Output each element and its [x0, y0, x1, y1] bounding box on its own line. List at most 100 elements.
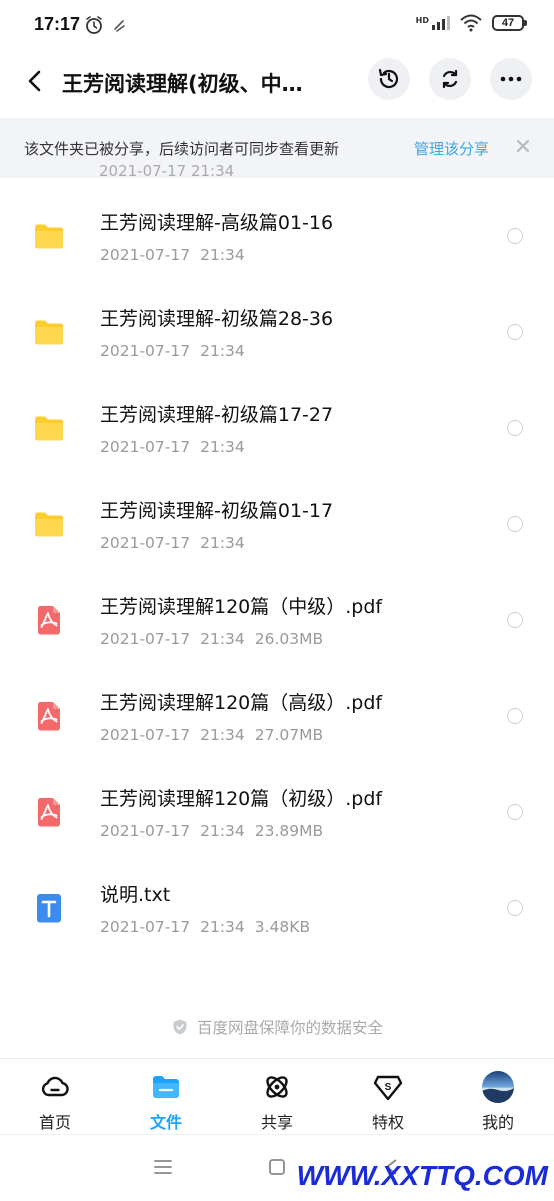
file-name: 王芳阅读理解120篇（中级）.pdf	[100, 596, 383, 618]
file-meta: 2021-07-17 21:34	[100, 342, 255, 360]
file-size: 26.03MB	[254, 630, 324, 648]
status-right: HD 47	[416, 14, 527, 32]
back-icon[interactable]	[20, 66, 50, 96]
alarm-icon	[86, 16, 102, 34]
hd-signal-icon: HD	[416, 16, 450, 30]
more-button[interactable]	[490, 58, 532, 100]
file-time: 21:34	[200, 726, 245, 744]
file-name: 王芳阅读理解120篇（高级）.pdf	[100, 692, 383, 714]
battery-indicator: 47	[492, 15, 527, 31]
more-icon	[500, 76, 522, 82]
cloud-icon	[41, 1076, 69, 1097]
folder-icon	[33, 316, 65, 348]
file-name: 说明.txt	[100, 884, 171, 906]
folder-icon	[33, 220, 65, 252]
file-meta: 2021-07-17 21:34 27.07MB	[100, 726, 333, 744]
select-radio[interactable]	[507, 420, 523, 436]
nav-home-label: 首页	[38, 1113, 71, 1132]
file-row[interactable]: 王芳阅读理解120篇（中级）.pdf 2021-07-17 21:34 26.03MB	[0, 572, 554, 668]
select-radio[interactable]	[507, 708, 523, 724]
file-name: 王芳阅读理解120篇（初级）.pdf	[100, 788, 383, 810]
share-banner: 该文件夹已被分享，后续访问者可同步查看更新 管理该分享	[0, 118, 554, 178]
nav-mine[interactable]: 我的	[443, 1059, 553, 1135]
pdf-file-icon	[33, 604, 65, 636]
file-time: 21:34	[200, 918, 245, 936]
txt-file-icon	[33, 892, 65, 924]
file-time: 21:34	[200, 246, 245, 264]
file-date: 2021-07-17	[100, 438, 191, 456]
nav-files[interactable]: 文件	[111, 1059, 221, 1135]
partial-row-meta: 2021-07-17 21:34	[99, 162, 235, 178]
nav-files-label: 文件	[149, 1113, 182, 1132]
sync-button[interactable]	[429, 58, 471, 100]
file-row[interactable]: 王芳阅读理解-初级篇01-17 2021-07-17 21:34	[0, 476, 554, 572]
file-list: 王芳阅读理解-高级篇01-16 2021-07-17 21:34 王芳阅读理解-初级篇…	[0, 188, 554, 956]
nav-privilege[interactable]: S 特权	[333, 1059, 443, 1135]
history-icon	[378, 68, 399, 89]
file-row[interactable]: 说明.txt 2021-07-17 21:34 3.48KB	[0, 860, 554, 956]
file-date: 2021-07-17	[100, 342, 191, 360]
file-row[interactable]: 王芳阅读理解120篇（初级）.pdf 2021-07-17 21:34 23.89MB	[0, 764, 554, 860]
select-radio[interactable]	[507, 612, 523, 628]
manage-share-link[interactable]: 管理该分享	[414, 138, 489, 159]
pdf-file-icon	[33, 700, 65, 732]
select-radio[interactable]	[507, 324, 523, 340]
file-time: 21:34	[200, 822, 245, 840]
status-bar: 17:17 HD 47	[0, 0, 554, 52]
file-date: 2021-07-17	[100, 534, 191, 552]
nav-share-label: 共享	[260, 1113, 293, 1132]
file-time: 21:34	[200, 534, 245, 552]
file-meta: 2021-07-17 21:34 3.48KB	[100, 918, 320, 936]
pdf-file-icon	[33, 796, 65, 828]
file-meta: 2021-07-17 21:34	[100, 246, 255, 264]
notification-icon	[114, 20, 125, 32]
avatar	[482, 1071, 514, 1103]
share-banner-text: 该文件夹已被分享，后续访问者可同步查看更新	[24, 140, 340, 158]
watermark: WWW.XXTTQ.COM	[296, 1160, 548, 1191]
nav-mine-label: 我的	[481, 1113, 514, 1132]
file-row[interactable]: 王芳阅读理解-初级篇17-27 2021-07-17 21:34	[0, 380, 554, 476]
home-square-icon[interactable]	[267, 1157, 287, 1177]
file-meta: 2021-07-17 21:34 26.03MB	[100, 630, 333, 648]
nav-share[interactable]: 共享	[222, 1059, 332, 1135]
select-radio[interactable]	[507, 804, 523, 820]
file-name: 王芳阅读理解-高级篇01-16	[100, 212, 334, 234]
nav-home[interactable]: 首页	[0, 1059, 110, 1135]
file-row[interactable]: 王芳阅读理解-高级篇01-16 2021-07-17 21:34	[0, 188, 554, 284]
status-time: 17:17	[34, 14, 81, 34]
file-time: 21:34	[200, 630, 245, 648]
security-note: 百度网盘保障你的数据安全	[0, 1016, 554, 1038]
select-radio[interactable]	[507, 900, 523, 916]
menu-icon[interactable]	[153, 1157, 173, 1177]
history-button[interactable]	[368, 58, 410, 100]
nav-privilege-label: 特权	[371, 1113, 404, 1132]
file-date: 2021-07-17	[100, 246, 191, 264]
folder-icon	[153, 1076, 179, 1098]
file-date: 2021-07-17	[100, 630, 191, 648]
atom-share-icon	[266, 1076, 288, 1098]
title-bar: 王芳阅读理解(初级、中…	[0, 52, 554, 118]
folder-icon	[33, 508, 65, 540]
vip-shield-icon: S	[373, 1075, 403, 1101]
file-time: 21:34	[200, 342, 245, 360]
security-note-text: 百度网盘保障你的数据安全	[196, 1019, 383, 1037]
file-size: 23.89MB	[254, 822, 324, 840]
close-icon[interactable]	[514, 137, 532, 155]
select-radio[interactable]	[507, 228, 523, 244]
shield-icon	[173, 1019, 187, 1035]
file-row[interactable]: 王芳阅读理解120篇（高级）.pdf 2021-07-17 21:34 27.07MB	[0, 668, 554, 764]
file-name: 王芳阅读理解-初级篇28-36	[100, 308, 334, 330]
file-name: 王芳阅读理解-初级篇17-27	[100, 404, 334, 426]
file-date: 2021-07-17	[100, 822, 191, 840]
svg-text:S: S	[385, 1082, 392, 1093]
file-size: 27.07MB	[254, 726, 324, 744]
network-label: HD	[415, 16, 429, 25]
file-date: 2021-07-17	[100, 726, 191, 744]
select-radio[interactable]	[507, 516, 523, 532]
file-date: 2021-07-17	[100, 918, 191, 936]
wifi-icon	[460, 14, 482, 32]
file-time: 21:34	[200, 438, 245, 456]
file-row[interactable]: 王芳阅读理解-初级篇28-36 2021-07-17 21:34	[0, 284, 554, 380]
file-meta: 2021-07-17 21:34	[100, 534, 255, 552]
folder-icon	[33, 412, 65, 444]
